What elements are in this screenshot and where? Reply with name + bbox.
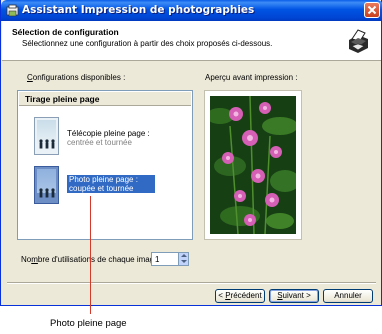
photo-fullpage-thumbnail[interactable] [34, 166, 59, 204]
copies-label: Nombre d'utilisations de chaque image : [21, 255, 164, 264]
wizard-header: Sélection de configuration Sélectionnez … [2, 21, 381, 61]
group-header: Tirage pleine page [19, 92, 191, 106]
callout-line [90, 196, 91, 314]
configurations-label: Configurations disponibles : [27, 73, 126, 82]
title-bar[interactable]: Assistant Impression de photographies [1, 0, 382, 21]
close-icon [367, 5, 377, 15]
back-button[interactable]: < Précédent [215, 289, 265, 303]
copies-stepper[interactable]: 1 [151, 252, 189, 266]
window-title: Assistant Impression de photographies [22, 4, 255, 16]
people-icon [39, 188, 55, 198]
group-title: Tirage pleine page [25, 94, 100, 104]
cancel-button[interactable]: Annuler [323, 289, 373, 303]
callout-caption: Photo pleine page [50, 318, 127, 329]
configurations-list[interactable]: Tirage pleine page Télécopie pleine page… [17, 90, 193, 240]
copies-value[interactable]: 1 [155, 255, 159, 264]
preview-label: Aperçu avant impression : [205, 73, 298, 82]
list-item-fax-fullpage[interactable]: Télécopie pleine page : centrée et tourn… [67, 129, 150, 147]
app-icon [6, 4, 19, 17]
header-subtitle: Sélectionnez une configuration à partir … [22, 39, 273, 48]
spin-up-icon[interactable] [181, 254, 187, 257]
list-item-photo-fullpage[interactable]: Photo pleine page : coupée et tournée [67, 175, 155, 193]
divider [7, 282, 376, 284]
print-preview [204, 90, 302, 240]
preview-photo [210, 96, 296, 234]
spin-down-icon[interactable] [181, 260, 187, 263]
stepper-arrows[interactable] [178, 253, 188, 265]
people-icon [39, 139, 55, 149]
close-button[interactable] [364, 2, 380, 18]
next-button[interactable]: Suivant > [269, 289, 319, 303]
wizard-window: Assistant Impression de photographies Sé… [0, 0, 382, 306]
printer-icon [345, 28, 371, 54]
header-title: Sélection de configuration [12, 27, 119, 37]
fax-fullpage-thumbnail[interactable] [34, 117, 59, 155]
